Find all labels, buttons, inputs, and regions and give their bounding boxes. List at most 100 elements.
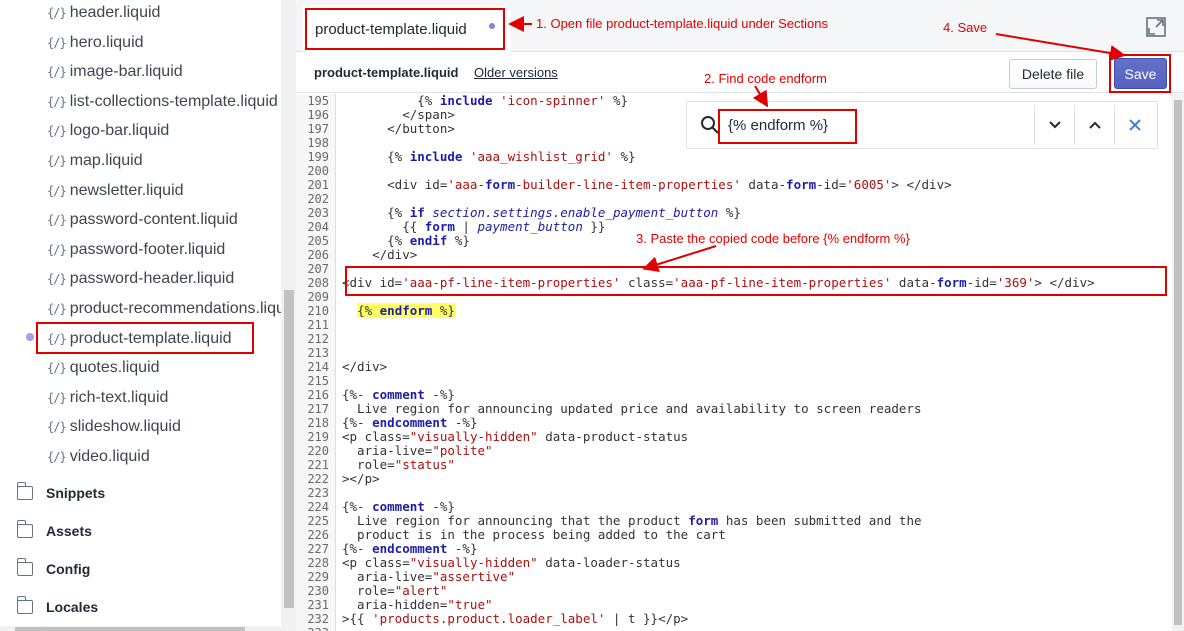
annotation-box-search [718,109,857,144]
sidebar-file-item[interactable]: {/} newsletter.liquid [47,179,184,203]
sidebar-file-label: image-bar.liquid [69,63,183,81]
sidebar-file-item[interactable]: {/} slideshow.liquid [47,415,181,439]
annotation-step-3: 3. Paste the copied code before {% endfo… [636,231,910,246]
line-number: 201 [307,178,329,192]
sidebar-file-label: newsletter.liquid [69,181,184,199]
sidebar-file-label: quotes.liquid [69,359,160,377]
line-number: 223 [307,486,329,500]
annotation-box-save [1109,54,1171,93]
sidebar-file-label: logo-bar.liquid [69,122,170,140]
next-match-button[interactable] [1034,105,1074,145]
sidebar-file-label: password-header.liquid [69,270,235,288]
code-line: >{{ 'products.product.loader_label' | t … [342,611,689,626]
code-line: {%- endcomment -%} [342,415,478,430]
line-number: 206 [307,248,329,262]
line-number: 198 [307,136,329,150]
sidebar-folder-assets[interactable]: Assets [16,519,92,543]
line-number: 222 [307,472,329,486]
sidebar-file-label: slideshow.liquid [69,418,181,436]
folder-label: Config [46,561,91,577]
code-scroll-thumb[interactable] [1174,100,1182,625]
folder-icon [16,596,33,614]
sidebar-file-item[interactable]: {/} password-footer.liquid [47,238,225,262]
code-line: {%- comment -%} [342,499,455,514]
sidebar-file-label: header.liquid [69,4,161,21]
sidebar-file-item[interactable]: {/} logo-bar.liquid [47,119,169,143]
sidebar-file-item[interactable]: {/} quotes.liquid [47,356,160,380]
sidebar-file-item[interactable]: {/} password-header.liquid [47,267,234,291]
liquid-file-icon: {/} [47,124,67,139]
sidebar-file-label: password-content.liquid [69,211,238,229]
annotation-step-2: 2. Find code endform [704,71,827,86]
code-line: aria-live="assertive" [342,569,516,584]
line-number: 204 [307,220,329,234]
line-number: 216 [307,388,329,402]
liquid-file-icon: {/} [47,302,67,316]
sidebar-folder-snippets[interactable]: Snippets [16,481,106,505]
code-line: <p class="visually-hidden" data-loader-s… [342,555,681,570]
previous-match-button[interactable] [1074,105,1114,145]
annotation-step-4: 4. Save [943,20,988,35]
line-number: 199 [307,150,329,164]
code-line: product is in the process being added to… [342,527,726,542]
folder-label: Snippets [46,485,106,501]
line-number: 230 [307,584,329,598]
sidebar-folder-locales[interactable]: Locales [16,595,99,619]
line-number: 212 [307,332,329,346]
folder-label: Locales [46,599,99,615]
sidebar-file-item[interactable]: {/} list-collections-template.liquid [47,90,278,114]
current-filename: product-template.liquid [314,65,459,80]
sidebar-file-label: product-recommendations.liquid [69,300,298,317]
folder-icon [16,520,33,538]
sidebar-file-item[interactable]: {/} image-bar.liquid [47,60,183,84]
sidebar-file-label: password-footer.liquid [69,240,226,258]
sidebar-file-item[interactable]: {/} map.liquid [47,149,143,173]
annotation-box-pasted-code [345,266,1167,296]
older-versions-link[interactable]: Older versions [474,65,558,80]
active-file-indicator [26,333,34,341]
close-search-button[interactable] [1114,105,1154,145]
sidebar-folder-config[interactable]: Config [16,557,91,581]
liquid-file-icon: {/} [47,272,67,287]
code-line: </div> [342,359,388,374]
sidebar-file-item[interactable]: {/} product-recommendations.liquid [47,297,297,321]
expand-icon[interactable] [1146,17,1166,37]
line-number: 202 [307,192,329,206]
sidebar-file-label: list-collections-template.liquid [69,92,278,110]
sidebar-file-item[interactable]: {/} password-content.liquid [47,208,238,232]
line-number: 195 [307,94,329,108]
sidebar-file-item[interactable]: {/} rich-text.liquid [47,386,168,410]
sidebar-horizontal-scroll-thumb[interactable] [15,627,245,631]
code-line: {{ form | payment_button }} [342,219,606,234]
code-line: </span> [342,107,455,122]
line-number: 213 [307,346,329,360]
chevron-down-icon [1048,121,1061,129]
code-line: aria-live="polite" [342,443,493,458]
line-number: 226 [307,528,329,542]
liquid-file-icon: {/} [47,450,67,464]
line-number: 197 [307,122,329,136]
line-number: 233 [296,626,329,631]
line-number: 218 [307,416,329,430]
line-number: 214 [307,360,329,374]
line-number: 225 [307,514,329,528]
line-number: 221 [307,458,329,472]
sidebar-file-item[interactable]: {/} hero.liquid [47,31,144,55]
sidebar-scroll-thumb[interactable] [284,290,294,608]
code-line: {% endif %} [342,233,470,248]
line-number: 224 [307,500,329,514]
code-line: {%- comment -%} [342,387,455,402]
code-line: {%- endcomment -%} [342,541,478,556]
liquid-file-icon: {/} [47,361,67,376]
line-number: 211 [307,318,329,332]
line-number: 227 [307,542,329,556]
liquid-file-icon: {/} [47,420,67,435]
sidebar-file-item[interactable]: {/} header.liquid [47,1,160,25]
sidebar-file-item[interactable]: {/} video.liquid [47,445,150,469]
liquid-file-icon: {/} [47,390,67,405]
delete-file-button[interactable]: Delete file [1009,59,1097,89]
line-number: 203 [307,206,329,220]
code-line: {% include 'icon-spinner' %} [342,93,628,108]
liquid-file-icon: {/} [47,183,67,198]
code-line: Live region for announcing updated price… [342,401,922,416]
